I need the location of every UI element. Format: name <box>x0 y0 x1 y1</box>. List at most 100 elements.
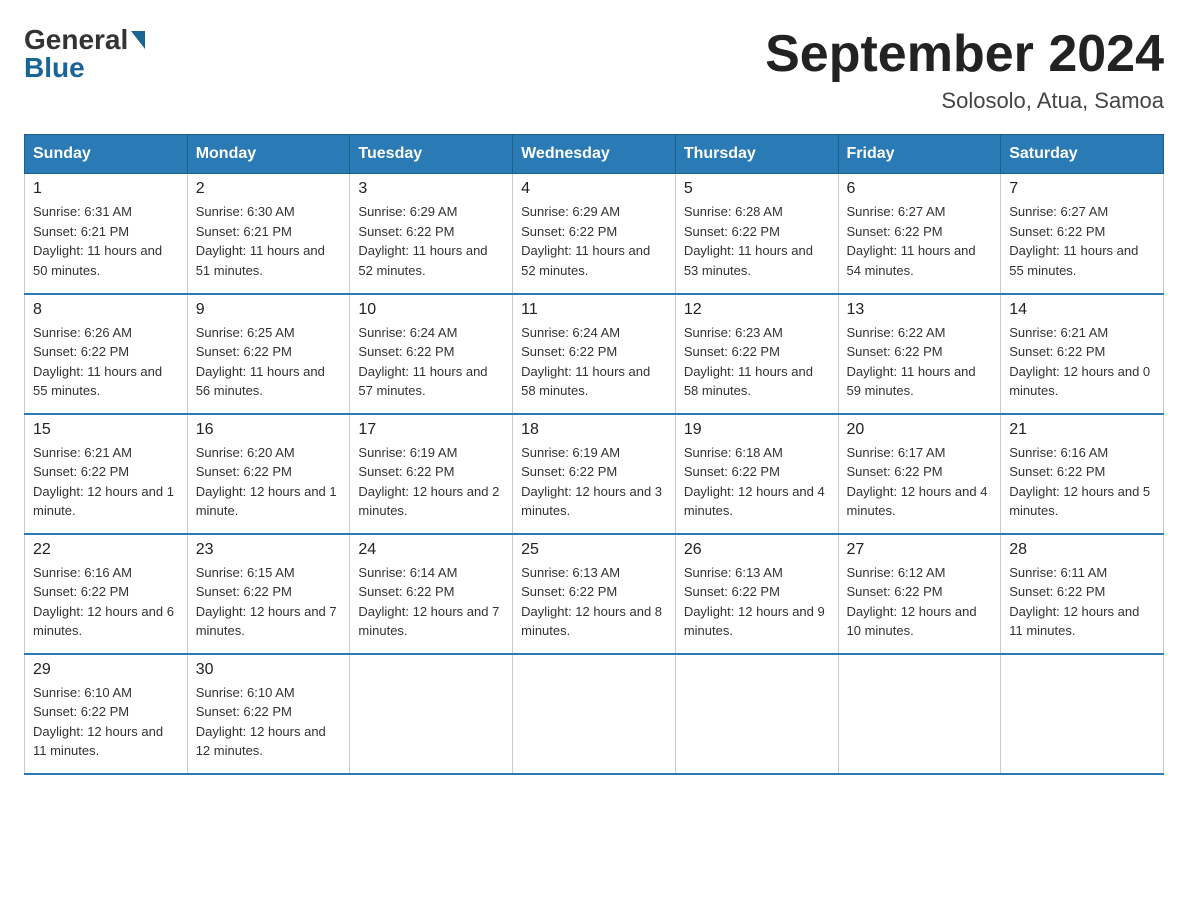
day-info: Sunrise: 6:13 AMSunset: 6:22 PMDaylight:… <box>521 563 667 641</box>
day-number: 1 <box>33 180 179 198</box>
calendar-cell: 2 Sunrise: 6:30 AMSunset: 6:21 PMDaylight… <box>187 174 350 294</box>
calendar-cell: 17 Sunrise: 6:19 AMSunset: 6:22 PMDayligh… <box>350 414 513 534</box>
day-info: Sunrise: 6:30 AMSunset: 6:21 PMDaylight:… <box>196 202 342 280</box>
day-number: 8 <box>33 301 179 319</box>
day-info: Sunrise: 6:29 AMSunset: 6:22 PMDaylight:… <box>358 202 504 280</box>
calendar-cell: 24 Sunrise: 6:14 AMSunset: 6:22 PMDayligh… <box>350 534 513 654</box>
calendar-cell: 1 Sunrise: 6:31 AMSunset: 6:21 PMDaylight… <box>25 174 188 294</box>
calendar-cell: 19 Sunrise: 6:18 AMSunset: 6:22 PMDayligh… <box>675 414 838 534</box>
day-info: Sunrise: 6:24 AMSunset: 6:22 PMDaylight:… <box>521 323 667 401</box>
calendar-cell: 16 Sunrise: 6:20 AMSunset: 6:22 PMDayligh… <box>187 414 350 534</box>
calendar-cell: 28 Sunrise: 6:11 AMSunset: 6:22 PMDayligh… <box>1001 534 1164 654</box>
calendar-week-row: 15 Sunrise: 6:21 AMSunset: 6:22 PMDayligh… <box>25 414 1164 534</box>
day-info: Sunrise: 6:29 AMSunset: 6:22 PMDaylight:… <box>521 202 667 280</box>
calendar-cell: 30Sunrise: 6:10 AMSunset: 6:22 PMDayligh… <box>187 654 350 774</box>
calendar-cell: 7 Sunrise: 6:27 AMSunset: 6:22 PMDaylight… <box>1001 174 1164 294</box>
calendar-cell <box>350 654 513 774</box>
calendar-cell: 21 Sunrise: 6:16 AMSunset: 6:22 PMDayligh… <box>1001 414 1164 534</box>
day-number: 29 <box>33 661 179 679</box>
calendar-cell: 9Sunrise: 6:25 AMSunset: 6:22 PMDaylight… <box>187 294 350 414</box>
day-info: Sunrise: 6:11 AMSunset: 6:22 PMDaylight:… <box>1009 563 1155 641</box>
calendar-cell: 6Sunrise: 6:27 AMSunset: 6:22 PMDaylight… <box>838 174 1001 294</box>
day-number: 27 <box>847 541 993 559</box>
logo-arrow-icon <box>131 31 145 49</box>
day-info: Sunrise: 6:26 AMSunset: 6:22 PMDaylight:… <box>33 323 179 401</box>
calendar-cell: 8 Sunrise: 6:26 AMSunset: 6:22 PMDaylight… <box>25 294 188 414</box>
day-number: 2 <box>196 180 342 198</box>
day-number: 16 <box>196 421 342 439</box>
day-number: 10 <box>358 301 504 319</box>
day-info: Sunrise: 6:23 AMSunset: 6:22 PMDaylight:… <box>684 323 830 401</box>
calendar-cell: 18 Sunrise: 6:19 AMSunset: 6:22 PMDayligh… <box>513 414 676 534</box>
day-number: 14 <box>1009 301 1155 319</box>
day-info: Sunrise: 6:28 AMSunset: 6:22 PMDaylight:… <box>684 202 830 280</box>
day-info: Sunrise: 6:21 AMSunset: 6:22 PMDaylight:… <box>1009 323 1155 401</box>
day-number: 28 <box>1009 541 1155 559</box>
day-number: 9 <box>196 301 342 319</box>
calendar-week-row: 1 Sunrise: 6:31 AMSunset: 6:21 PMDaylight… <box>25 174 1164 294</box>
calendar-cell: 10 Sunrise: 6:24 AMSunset: 6:22 PMDayligh… <box>350 294 513 414</box>
day-info: Sunrise: 6:20 AMSunset: 6:22 PMDaylight:… <box>196 443 342 521</box>
day-number: 3 <box>358 180 504 198</box>
calendar-cell: 5 Sunrise: 6:28 AMSunset: 6:22 PMDaylight… <box>675 174 838 294</box>
day-header-wednesday: Wednesday <box>513 135 676 174</box>
calendar-cell <box>1001 654 1164 774</box>
calendar-cell: 20 Sunrise: 6:17 AMSunset: 6:22 PMDayligh… <box>838 414 1001 534</box>
calendar-cell: 25 Sunrise: 6:13 AMSunset: 6:22 PMDayligh… <box>513 534 676 654</box>
day-number: 19 <box>684 421 830 439</box>
calendar-table: SundayMondayTuesdayWednesdayThursdayFrid… <box>24 134 1164 775</box>
day-header-friday: Friday <box>838 135 1001 174</box>
page-header: General Blue September 2024 Solosolo, At… <box>24 24 1164 114</box>
day-header-monday: Monday <box>187 135 350 174</box>
day-number: 26 <box>684 541 830 559</box>
calendar-cell: 3 Sunrise: 6:29 AMSunset: 6:22 PMDaylight… <box>350 174 513 294</box>
day-header-thursday: Thursday <box>675 135 838 174</box>
calendar-cell: 26Sunrise: 6:13 AMSunset: 6:22 PMDayligh… <box>675 534 838 654</box>
day-info: Sunrise: 6:10 AMSunset: 6:22 PMDaylight:… <box>33 683 179 761</box>
calendar-cell <box>675 654 838 774</box>
day-number: 15 <box>33 421 179 439</box>
day-info: Sunrise: 6:16 AMSunset: 6:22 PMDaylight:… <box>1009 443 1155 521</box>
calendar-cell: 12Sunrise: 6:23 AMSunset: 6:22 PMDayligh… <box>675 294 838 414</box>
day-number: 11 <box>521 301 667 319</box>
day-number: 17 <box>358 421 504 439</box>
day-info: Sunrise: 6:22 AMSunset: 6:22 PMDaylight:… <box>847 323 993 401</box>
day-info: Sunrise: 6:21 AMSunset: 6:22 PMDaylight:… <box>33 443 179 521</box>
day-info: Sunrise: 6:19 AMSunset: 6:22 PMDaylight:… <box>521 443 667 521</box>
day-number: 24 <box>358 541 504 559</box>
calendar-cell <box>838 654 1001 774</box>
calendar-cell: 13Sunrise: 6:22 AMSunset: 6:22 PMDayligh… <box>838 294 1001 414</box>
calendar-week-row: 22 Sunrise: 6:16 AMSunset: 6:22 PMDayligh… <box>25 534 1164 654</box>
day-number: 20 <box>847 421 993 439</box>
day-info: Sunrise: 6:24 AMSunset: 6:22 PMDaylight:… <box>358 323 504 401</box>
day-info: Sunrise: 6:19 AMSunset: 6:22 PMDaylight:… <box>358 443 504 521</box>
day-info: Sunrise: 6:31 AMSunset: 6:21 PMDaylight:… <box>33 202 179 280</box>
day-info: Sunrise: 6:18 AMSunset: 6:22 PMDaylight:… <box>684 443 830 521</box>
day-header-sunday: Sunday <box>25 135 188 174</box>
day-number: 21 <box>1009 421 1155 439</box>
day-info: Sunrise: 6:27 AMSunset: 6:22 PMDaylight:… <box>1009 202 1155 280</box>
day-info: Sunrise: 6:10 AMSunset: 6:22 PMDaylight:… <box>196 683 342 761</box>
title-block: September 2024 Solosolo, Atua, Samoa <box>765 24 1164 114</box>
day-header-saturday: Saturday <box>1001 135 1164 174</box>
day-number: 23 <box>196 541 342 559</box>
logo: General Blue <box>24 24 147 84</box>
day-info: Sunrise: 6:17 AMSunset: 6:22 PMDaylight:… <box>847 443 993 521</box>
day-info: Sunrise: 6:15 AMSunset: 6:22 PMDaylight:… <box>196 563 342 641</box>
calendar-week-row: 8 Sunrise: 6:26 AMSunset: 6:22 PMDaylight… <box>25 294 1164 414</box>
day-number: 5 <box>684 180 830 198</box>
calendar-cell: 23 Sunrise: 6:15 AMSunset: 6:22 PMDayligh… <box>187 534 350 654</box>
day-info: Sunrise: 6:16 AMSunset: 6:22 PMDaylight:… <box>33 563 179 641</box>
day-number: 6 <box>847 180 993 198</box>
day-number: 7 <box>1009 180 1155 198</box>
calendar-cell: 29 Sunrise: 6:10 AMSunset: 6:22 PMDayligh… <box>25 654 188 774</box>
day-info: Sunrise: 6:14 AMSunset: 6:22 PMDaylight:… <box>358 563 504 641</box>
calendar-cell: 15 Sunrise: 6:21 AMSunset: 6:22 PMDayligh… <box>25 414 188 534</box>
day-number: 4 <box>521 180 667 198</box>
calendar-cell: 4 Sunrise: 6:29 AMSunset: 6:22 PMDaylight… <box>513 174 676 294</box>
day-number: 22 <box>33 541 179 559</box>
day-info: Sunrise: 6:12 AMSunset: 6:22 PMDaylight:… <box>847 563 993 641</box>
day-number: 18 <box>521 421 667 439</box>
calendar-cell: 27 Sunrise: 6:12 AMSunset: 6:22 PMDayligh… <box>838 534 1001 654</box>
day-number: 25 <box>521 541 667 559</box>
